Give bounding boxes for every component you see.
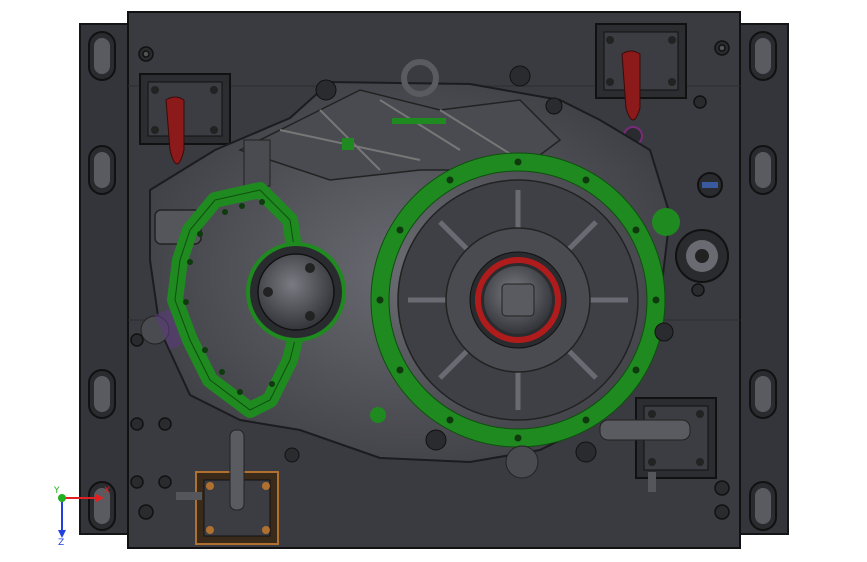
z-axis-arrow-icon [58,530,66,538]
triad-y-label: Y [54,486,60,496]
main-housing-cavity [397,179,639,421]
indicator-plug [697,172,723,198]
locating-pin-right[interactable] [675,229,729,283]
cad-graphics-viewport[interactable] [0,0,867,562]
triad-z-label: Z [58,538,65,548]
left-bearing-bore [246,242,346,342]
right-rail [739,23,789,535]
fixture-assembly-model[interactable] [0,0,867,562]
left-rail [79,23,129,535]
triad-x-label: X [104,486,111,496]
